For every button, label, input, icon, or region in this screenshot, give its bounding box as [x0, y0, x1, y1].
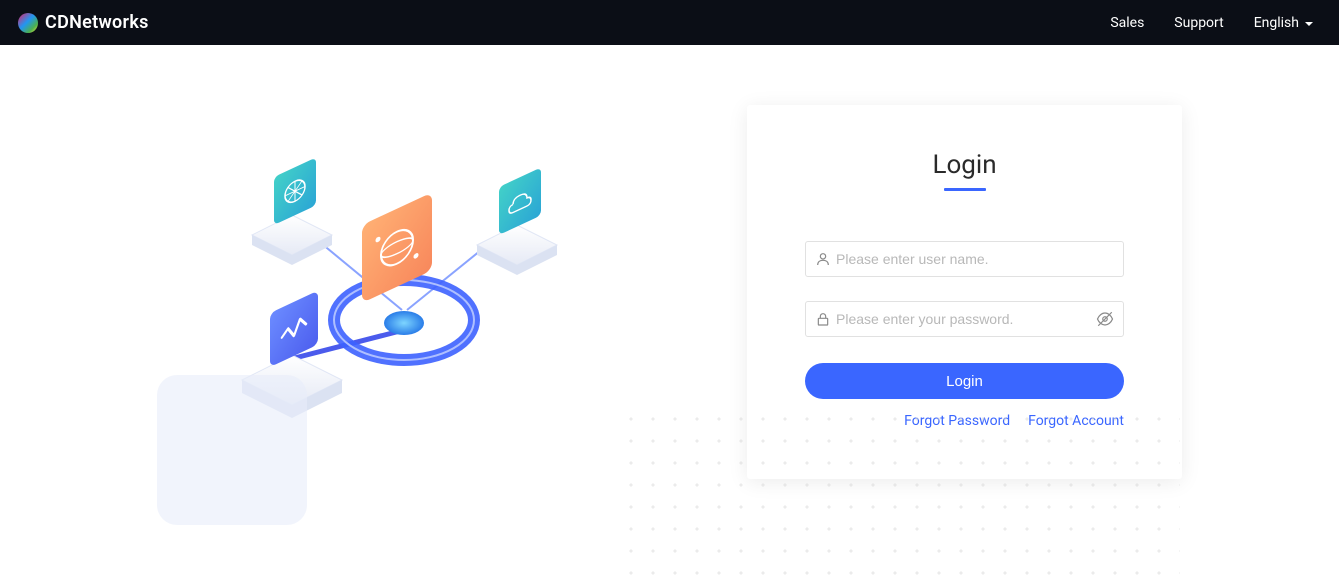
network-illustration	[157, 145, 597, 505]
language-label: English	[1254, 15, 1299, 31]
login-links: Forgot Password Forgot Account	[805, 413, 1124, 429]
brand-logo[interactable]: CDNetworks	[18, 12, 149, 33]
main-content: Login Login Forgot Password For	[0, 45, 1339, 505]
logo-icon	[18, 13, 38, 33]
eye-off-icon[interactable]	[1096, 310, 1114, 328]
username-group	[805, 241, 1124, 277]
chevron-down-icon	[1305, 22, 1313, 26]
support-label: Support	[1174, 15, 1223, 31]
title-underline	[944, 188, 986, 191]
username-input[interactable]	[805, 241, 1124, 277]
password-input[interactable]	[805, 301, 1124, 337]
support-link[interactable]: Support	[1174, 15, 1223, 31]
password-group	[805, 301, 1124, 337]
brand-name: CDNetworks	[45, 12, 149, 33]
user-icon	[815, 251, 831, 267]
language-dropdown[interactable]: English	[1254, 15, 1313, 31]
sales-link[interactable]: Sales	[1110, 15, 1144, 31]
bg-shape	[157, 375, 307, 525]
login-card: Login Login Forgot Password For	[747, 105, 1182, 479]
app-header: CDNetworks Sales Support English	[0, 0, 1339, 45]
forgot-password-link[interactable]: Forgot Password	[904, 413, 1010, 429]
lock-icon	[815, 311, 831, 327]
forgot-account-link[interactable]: Forgot Account	[1028, 413, 1124, 429]
header-nav: Sales Support English	[1110, 15, 1313, 31]
login-button[interactable]: Login	[805, 363, 1124, 399]
sales-label: Sales	[1110, 15, 1144, 31]
login-title: Login	[805, 150, 1124, 180]
